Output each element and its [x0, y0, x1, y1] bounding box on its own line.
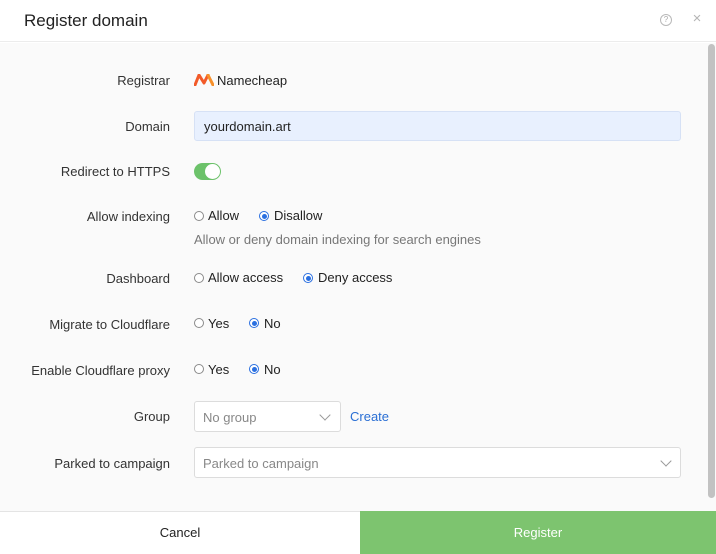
- dashboard-allow-label[interactable]: Allow access: [208, 270, 283, 285]
- indexing-disallow-radio[interactable]: [259, 211, 269, 221]
- indexing-hint: Allow or deny domain indexing for search…: [194, 232, 481, 247]
- parked-campaign-label: Parked to campaign: [54, 456, 170, 471]
- indexing-disallow-label[interactable]: Disallow: [274, 208, 322, 223]
- domain-input[interactable]: [194, 111, 681, 141]
- scrollbar-thumb[interactable]: [708, 44, 715, 498]
- redirect-https-toggle[interactable]: [194, 163, 221, 180]
- chevron-down-icon: [660, 455, 672, 467]
- group-select[interactable]: No group: [194, 401, 341, 432]
- proxy-no-label[interactable]: No: [264, 362, 281, 377]
- dashboard-allow-radio[interactable]: [194, 273, 204, 283]
- create-group-link[interactable]: Create: [350, 409, 389, 424]
- migrate-cloudflare-label: Migrate to Cloudflare: [49, 317, 170, 332]
- registrar-value: Namecheap: [217, 73, 288, 88]
- chevron-down-icon: [319, 409, 331, 421]
- dashboard-deny-label[interactable]: Deny access: [318, 270, 392, 285]
- close-icon[interactable]: ×: [690, 11, 704, 26]
- help-icon[interactable]: ?: [660, 14, 672, 26]
- cancel-button[interactable]: Cancel: [0, 511, 360, 554]
- parked-campaign-value: Parked to campaign: [203, 456, 319, 471]
- migrate-yes-label[interactable]: Yes: [208, 316, 229, 331]
- dialog-header: Register domain ? ×: [0, 0, 716, 42]
- group-select-value: No group: [203, 410, 257, 425]
- allow-indexing-label: Allow indexing: [86, 209, 170, 224]
- indexing-allow-label[interactable]: Allow: [208, 208, 239, 223]
- group-label: Group: [133, 409, 170, 424]
- dialog-title: Register domain: [24, 11, 148, 30]
- register-button[interactable]: Register: [360, 511, 716, 554]
- parked-campaign-select[interactable]: Parked to campaign: [194, 447, 681, 478]
- migrate-no-radio[interactable]: [249, 318, 259, 328]
- registrar-label: Registrar: [117, 73, 170, 88]
- proxy-no-radio[interactable]: [249, 364, 259, 374]
- proxy-yes-radio[interactable]: [194, 364, 204, 374]
- migrate-no-label[interactable]: No: [264, 316, 281, 331]
- cloudflare-proxy-label: Enable Cloudflare proxy: [31, 363, 170, 378]
- dashboard-deny-radio[interactable]: [303, 273, 313, 283]
- dashboard-label: Dashboard: [106, 271, 170, 286]
- toggle-knob: [205, 164, 220, 179]
- register-domain-dialog: Register domain ? × Registrar Namecheap …: [0, 0, 716, 554]
- redirect-https-label: Redirect to HTTPS: [60, 164, 170, 179]
- migrate-yes-radio[interactable]: [194, 318, 204, 328]
- namecheap-logo-icon: [194, 74, 214, 86]
- indexing-allow-radio[interactable]: [194, 211, 204, 221]
- domain-label: Domain: [125, 119, 170, 134]
- proxy-yes-label[interactable]: Yes: [208, 362, 229, 377]
